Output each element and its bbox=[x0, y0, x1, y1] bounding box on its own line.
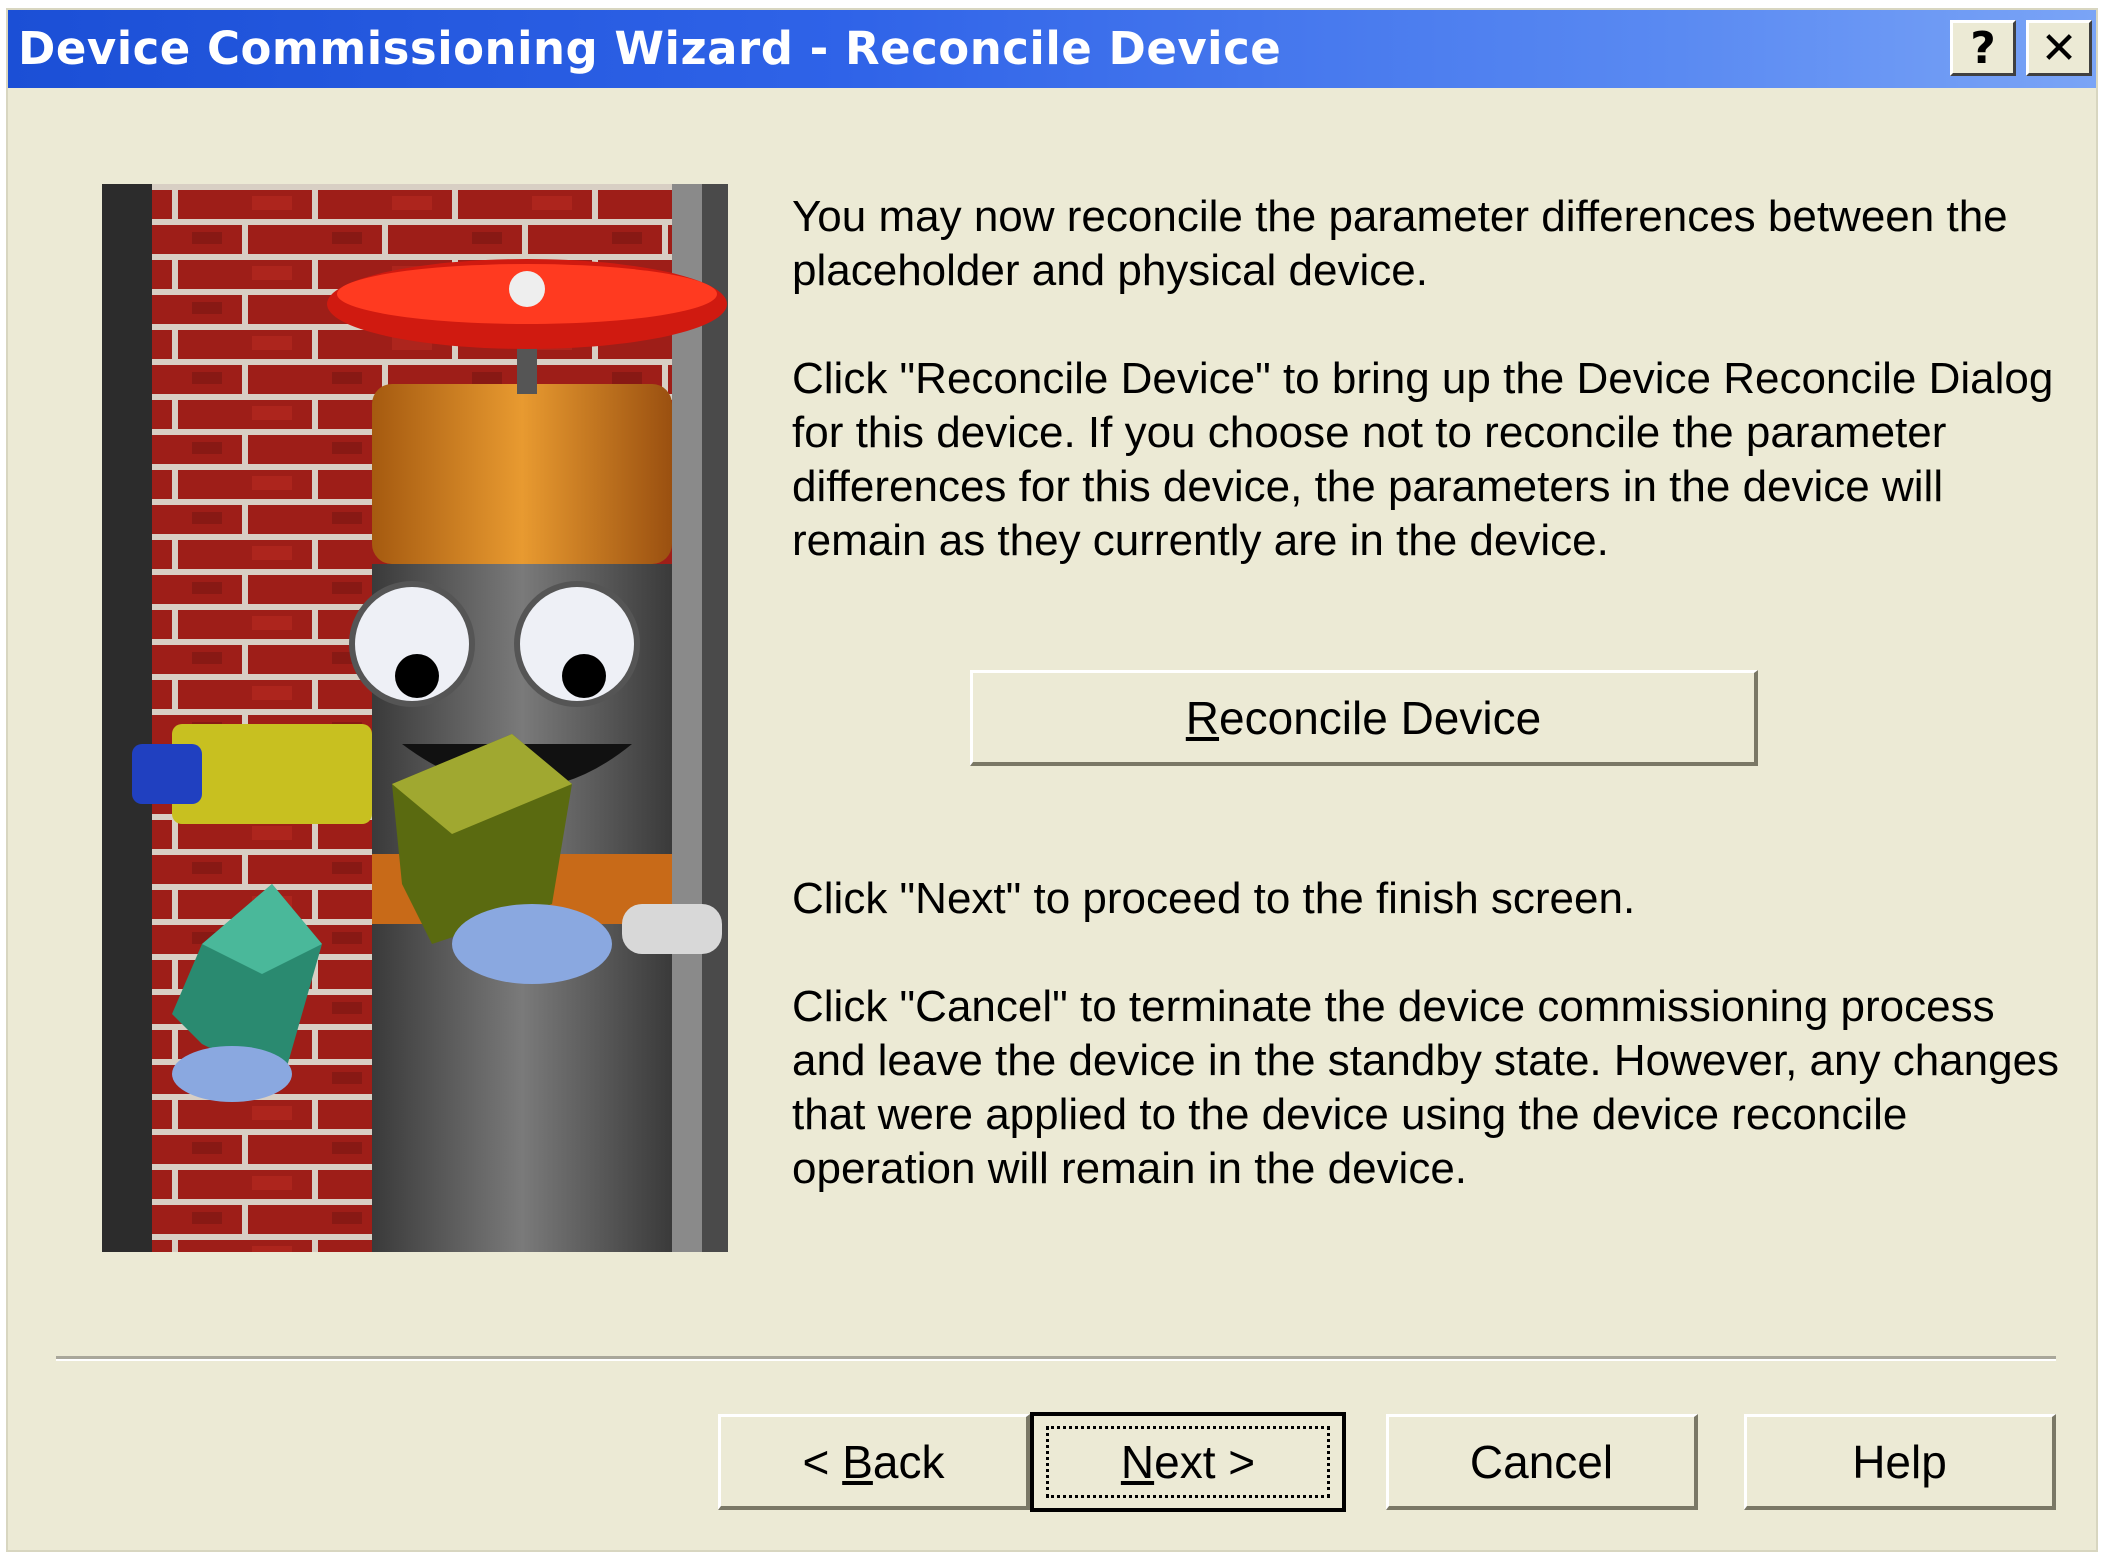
window-title: Device Commissioning Wizard - Reconcile … bbox=[18, 22, 1282, 75]
help-title-button[interactable]: ? bbox=[1950, 20, 2016, 76]
title-bar[interactable]: Device Commissioning Wizard - Reconcile … bbox=[8, 10, 2096, 88]
reconcile-mnemonic: R bbox=[1185, 691, 1220, 744]
back-mnemonic: B bbox=[842, 1435, 873, 1488]
next-instructions: Click "Next" to proceed to the finish sc… bbox=[792, 874, 1636, 923]
intro-paragraph: You may now reconcile the parameter diff… bbox=[792, 192, 2008, 295]
reconcile-label: econcile Device bbox=[1219, 691, 1542, 744]
reconcile-instructions: Click "Reconcile Device" to bring up the… bbox=[792, 354, 2054, 565]
close-button[interactable]: ✕ bbox=[2026, 20, 2092, 76]
help-button[interactable]: Help bbox=[1744, 1414, 2056, 1510]
cancel-instructions: Click "Cancel" to terminate the device c… bbox=[792, 982, 2060, 1193]
wizard-illustration bbox=[102, 184, 728, 1252]
focus-rectangle bbox=[1046, 1426, 1330, 1498]
reconcile-device-button[interactable]: Reconcile Device bbox=[970, 670, 1758, 766]
back-prefix: < bbox=[802, 1435, 843, 1488]
back-button[interactable]: < Back bbox=[718, 1414, 1030, 1510]
cancel-button[interactable]: Cancel bbox=[1386, 1414, 1698, 1510]
wizard-dialog: Device Commissioning Wizard - Reconcile … bbox=[6, 8, 2098, 1552]
question-mark-icon: ? bbox=[1970, 22, 1996, 74]
cancel-label: Cancel bbox=[1469, 1435, 1614, 1488]
back-label: ack bbox=[872, 1435, 945, 1488]
next-button[interactable]: Next > bbox=[1030, 1412, 1346, 1512]
close-icon: ✕ bbox=[2040, 22, 2078, 74]
help-label: Help bbox=[1852, 1435, 1947, 1488]
separator bbox=[56, 1356, 2056, 1361]
valve-mascot-icon bbox=[102, 184, 728, 1252]
